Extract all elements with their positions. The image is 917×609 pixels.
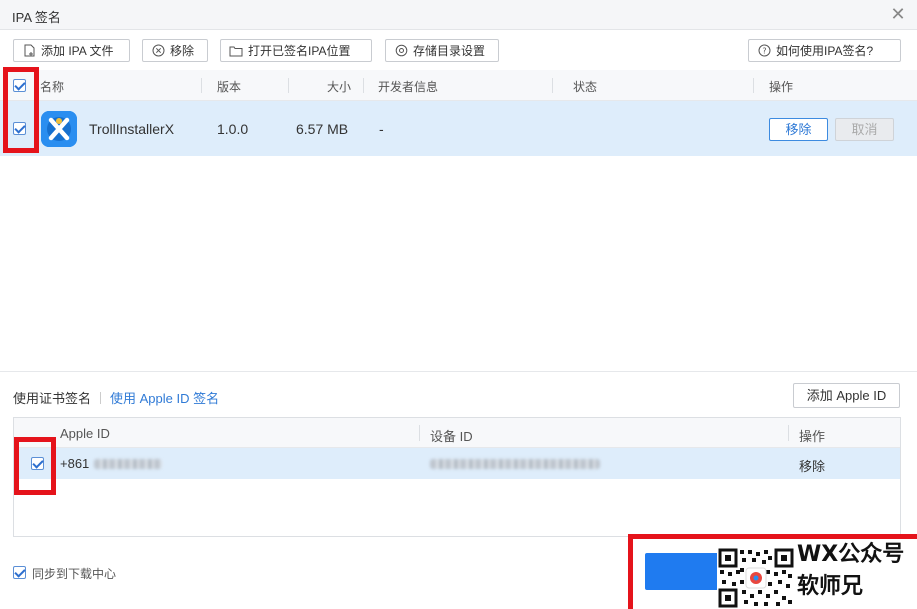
header-device-id: 设备 ID <box>430 429 473 444</box>
app-size: 6.57 MB <box>296 121 349 137</box>
apple-id-table: Apple ID 设备 ID 操作 +861 移除 <box>13 417 901 537</box>
add-ipa-label: 添加 IPA 文件 <box>41 44 114 58</box>
close-icon[interactable]: ✕ <box>889 5 907 23</box>
remove-circle-icon <box>151 44 165 58</box>
toolbar: 添加 IPA 文件 移除 打开已签名IPA位置 存储目录设置 ? 如何使用IPA… <box>0 30 917 70</box>
watermark-text: WX公众号 软师兄 <box>797 544 904 598</box>
help-label: 如何使用IPA签名? <box>776 44 874 58</box>
remove-button[interactable]: 移除 <box>142 39 208 62</box>
sync-option[interactable]: 同步到下载中心 <box>13 565 116 582</box>
header-separator <box>363 78 364 93</box>
header-status: 状态 <box>573 80 598 94</box>
watermark-line2: 软师兄 <box>797 574 864 599</box>
start-sign-button[interactable] <box>645 553 723 590</box>
app-icon <box>41 111 77 147</box>
header-apple-id: Apple ID <box>60 426 110 441</box>
header-separator <box>552 78 553 93</box>
row-cancel-button: 取消 <box>835 118 894 141</box>
header-developer: 开发者信息 <box>378 80 439 94</box>
open-location-label: 打开已签名IPA位置 <box>248 44 351 58</box>
apple-id-value: +861 <box>60 456 90 471</box>
help-button[interactable]: ? 如何使用IPA签名? <box>748 39 901 62</box>
header-separator <box>788 425 789 441</box>
header-separator <box>288 78 289 93</box>
header-separator <box>753 78 754 93</box>
storage-settings-label: 存储目录设置 <box>413 44 486 58</box>
add-file-icon <box>22 44 36 58</box>
storage-settings-button[interactable]: 存储目录设置 <box>385 39 499 62</box>
ipa-table-header: 名称 版本 大小 开发者信息 状态 操作 <box>0 70 917 101</box>
sync-checkbox[interactable] <box>13 566 26 579</box>
app-name: TrollInstallerX <box>89 121 175 137</box>
header-separator <box>419 425 420 441</box>
apple-id-remove-link[interactable]: 移除 <box>799 456 825 475</box>
add-apple-id-button[interactable]: 添加 Apple ID <box>793 383 900 408</box>
tab-separator <box>100 392 102 404</box>
qr-code-watermark <box>717 547 795 609</box>
header-version: 版本 <box>217 80 242 94</box>
header-actions: 操作 <box>769 80 794 94</box>
app-developer: - <box>379 121 384 137</box>
table-row[interactable]: TrollInstallerX 1.0.0 6.57 MB - 移除 取消 <box>0 101 917 156</box>
folder-icon <box>229 44 243 58</box>
open-signed-location-button[interactable]: 打开已签名IPA位置 <box>220 39 372 62</box>
gear-icon <box>394 44 408 58</box>
signing-mode-tabs: 使用证书签名 使用 Apple ID 签名 <box>13 388 219 407</box>
window-title: IPA 签名 <box>12 10 61 25</box>
section-divider <box>0 371 917 372</box>
watermark-line1: WX公众号 <box>797 542 905 567</box>
apple-id-table-header: Apple ID 设备 ID 操作 <box>14 418 900 448</box>
tab-cert-signing[interactable]: 使用证书签名 <box>13 391 91 406</box>
row-remove-button[interactable]: 移除 <box>769 118 828 141</box>
remove-label: 移除 <box>170 44 195 58</box>
title-bar: IPA 签名 ✕ <box>0 0 917 30</box>
header-size: 大小 <box>327 80 352 94</box>
add-ipa-button[interactable]: 添加 IPA 文件 <box>13 39 130 62</box>
row-checkbox[interactable] <box>13 122 26 135</box>
app-version: 1.0.0 <box>217 121 249 137</box>
apple-id-redacted <box>94 459 162 469</box>
svg-text:?: ? <box>762 47 766 56</box>
tab-apple-id-signing[interactable]: 使用 Apple ID 签名 <box>110 391 219 406</box>
apple-id-row-checkbox[interactable] <box>31 457 44 470</box>
header-separator <box>201 78 202 93</box>
question-circle-icon: ? <box>757 44 771 58</box>
select-all-checkbox[interactable] <box>13 79 26 92</box>
header-actions: 操作 <box>799 429 826 444</box>
apple-id-row[interactable]: +861 移除 <box>14 448 900 479</box>
device-id-redacted <box>430 459 600 469</box>
sync-label: 同步到下载中心 <box>32 567 117 581</box>
header-name: 名称 <box>40 80 65 94</box>
